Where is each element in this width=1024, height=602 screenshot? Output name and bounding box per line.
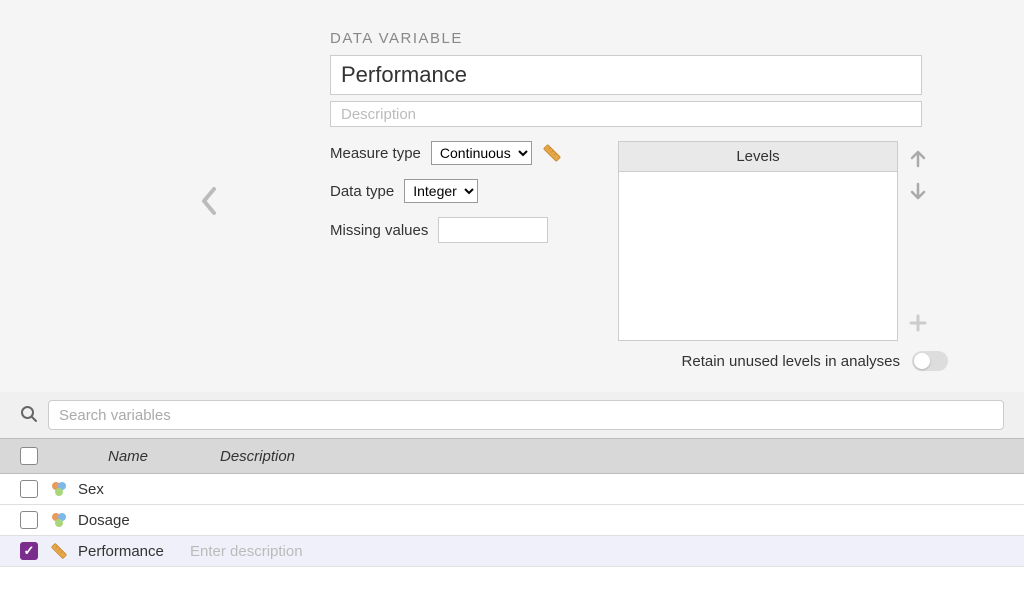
missing-values-input[interactable]: [438, 217, 548, 243]
column-header-name: Name: [108, 448, 220, 465]
row-checkbox[interactable]: [20, 542, 38, 560]
data-type-select[interactable]: Integer: [404, 179, 478, 203]
table-row[interactable]: PerformanceEnter description: [0, 536, 1024, 567]
variable-name: Sex: [78, 481, 190, 498]
variable-description: Enter description: [190, 543, 1004, 560]
measure-type-label: Measure type: [330, 145, 421, 162]
search-bar: [0, 392, 1024, 438]
retain-levels-toggle[interactable]: [912, 351, 948, 371]
search-input[interactable]: [48, 400, 1004, 430]
panel-title: DATA VARIABLE: [330, 30, 960, 47]
missing-values-label: Missing values: [330, 222, 428, 239]
variable-list-header: Name Description: [0, 438, 1024, 474]
variable-list: Sex Dosage PerformanceEnter description: [0, 474, 1024, 567]
variable-name-input[interactable]: [330, 55, 922, 95]
column-header-description: Description: [220, 448, 1004, 465]
nominal-icon: [50, 511, 78, 529]
variable-description-input[interactable]: [330, 101, 922, 127]
levels-box: Levels: [618, 141, 898, 341]
variable-editor-panel: DATA VARIABLE Measure type Continuous Da…: [0, 0, 1024, 392]
back-button[interactable]: [200, 185, 220, 220]
level-move-down-button[interactable]: [906, 179, 930, 203]
search-icon: [20, 405, 38, 426]
data-type-label: Data type: [330, 183, 394, 200]
table-row[interactable]: Sex: [0, 474, 1024, 505]
row-checkbox[interactable]: [20, 511, 38, 529]
level-move-up-button[interactable]: [906, 147, 930, 171]
retain-levels-label: Retain unused levels in analyses: [682, 353, 900, 370]
ruler-icon: [50, 542, 78, 560]
nominal-icon: [50, 480, 78, 498]
variable-name: Dosage: [78, 512, 190, 529]
row-checkbox[interactable]: [20, 480, 38, 498]
ruler-icon: [542, 143, 562, 163]
measure-type-select[interactable]: Continuous: [431, 141, 532, 165]
select-all-checkbox[interactable]: [20, 447, 38, 465]
levels-header: Levels: [619, 142, 897, 172]
table-row[interactable]: Dosage: [0, 505, 1024, 536]
level-add-button[interactable]: [906, 311, 930, 335]
variable-name: Performance: [78, 543, 190, 560]
